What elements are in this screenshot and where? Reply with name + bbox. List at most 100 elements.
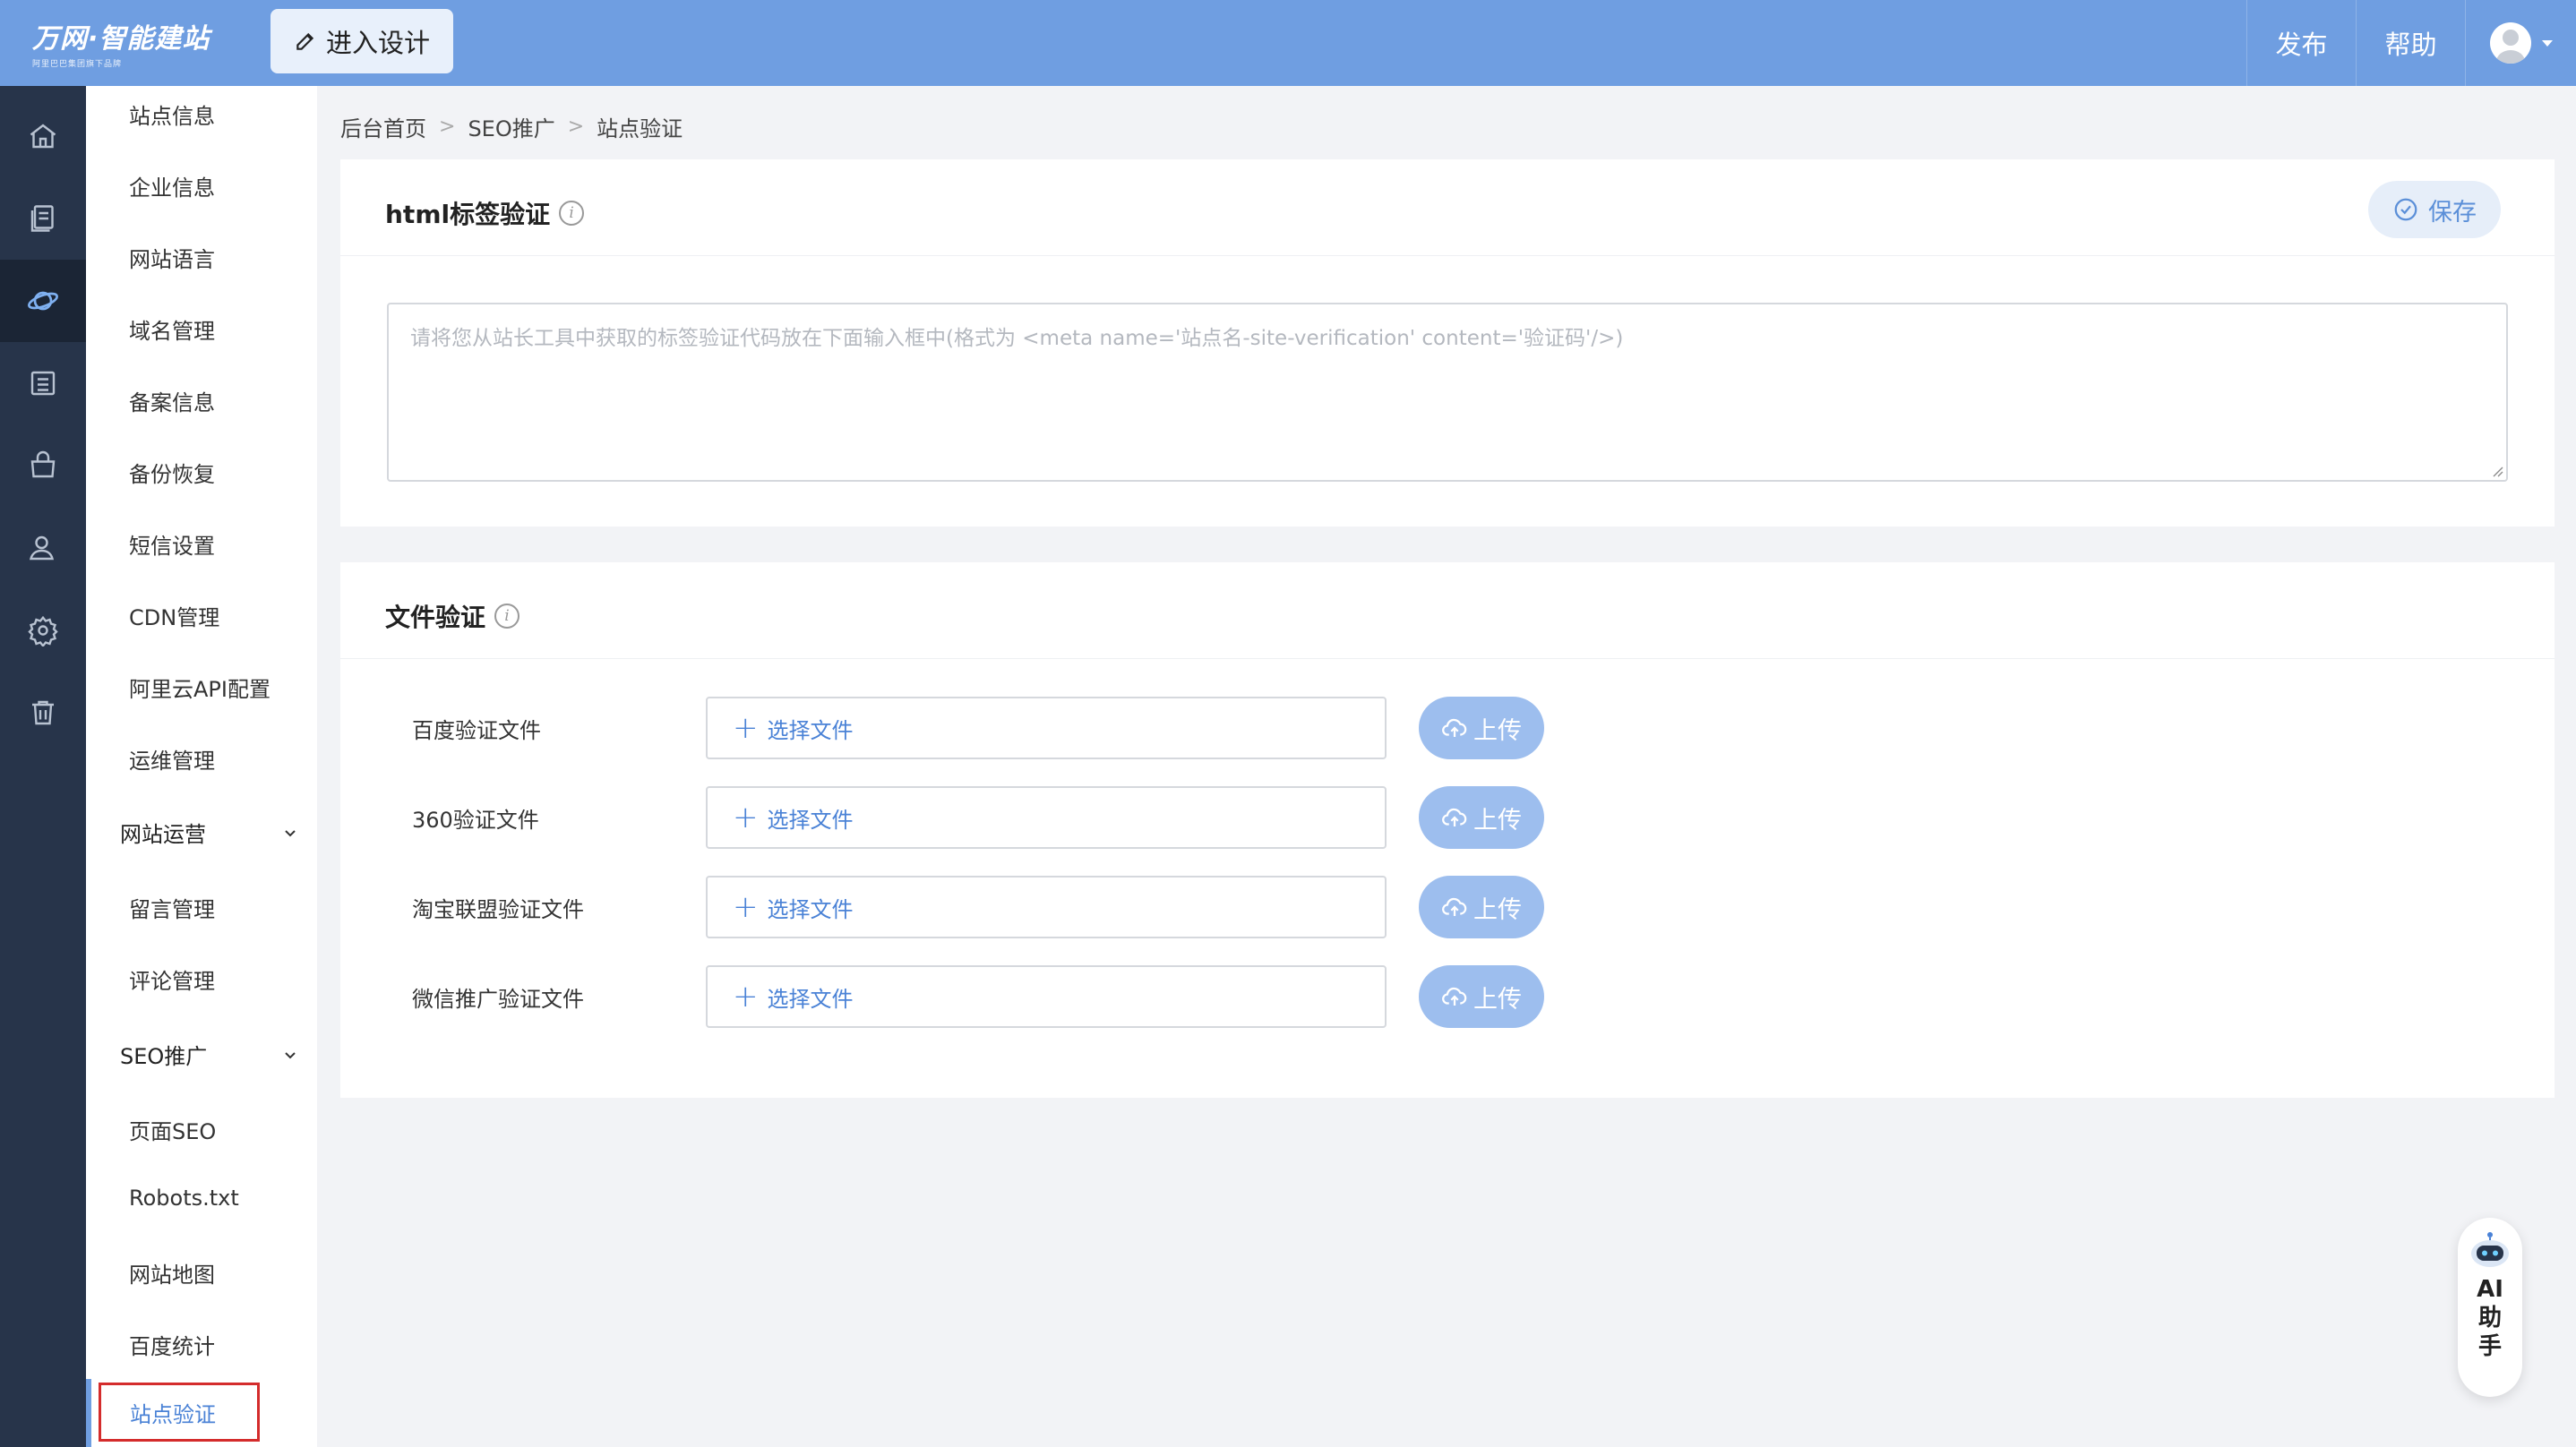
upload-label: 上传 [1473,806,1522,835]
file-row-wechat: 微信推广验证文件 + 选择文件 上传 [340,965,2555,1030]
submenu-item[interactable]: 页面SEO [129,1114,216,1145]
icon-rail [0,86,86,1447]
publish-button[interactable]: 发布 [2246,0,2356,86]
rail-settings[interactable] [0,589,86,672]
active-indicator [86,1379,91,1447]
plus-icon: + [733,979,759,1015]
cloud-upload-icon [1442,718,1467,737]
breadcrumb-separator-icon: > [439,116,456,138]
home-icon [30,124,56,149]
submenu-item[interactable]: 域名管理 [129,313,215,345]
choose-file-label: 选择文件 [767,896,854,922]
pages-icon [30,205,54,232]
breadcrumb-seo[interactable]: SEO推广 [468,111,554,142]
seo-planet-icon [28,291,58,311]
file-row-360: 360验证文件 + 选择文件 上传 [340,786,2555,851]
submenu-item[interactable]: 短信设置 [129,528,215,560]
submenu-item[interactable]: 网站地图 [129,1257,215,1289]
shop-bag-icon [30,450,56,478]
choose-file-input[interactable]: + 选择文件 [706,786,1387,849]
info-icon[interactable]: i [559,201,585,226]
submenu-item[interactable]: 评论管理 [129,963,215,995]
card-title: 文件验证 i [385,598,520,634]
submenu-group-seo[interactable]: SEO推广 [120,1039,299,1070]
trash-icon [32,700,54,725]
list-icon [30,371,56,396]
submenu-item[interactable]: 站点信息 [129,98,215,130]
submenu-item[interactable]: 备份恢复 [129,457,215,488]
breadcrumb-separator-icon: > [567,116,585,138]
choose-file-label: 选择文件 [767,717,854,743]
cloud-upload-icon [1442,987,1467,1006]
submenu-item[interactable]: 留言管理 [129,892,215,923]
choose-file-label: 选择文件 [767,986,854,1012]
submenu-item[interactable]: 备案信息 [129,385,215,416]
cloud-upload-icon [1442,808,1467,826]
top-bar: 万网·智能建站 阿里巴巴集团旗下品牌 进入设计 发布 帮助 [0,0,2576,86]
submenu-item[interactable]: 阿里云API配置 [129,672,270,703]
html-verify-title: html标签验证 [385,200,551,229]
upload-button[interactable]: 上传 [1419,965,1544,1028]
submenu-group-label: 网站运营 [120,822,206,847]
resize-handle-icon[interactable] [2491,465,2503,477]
file-row-label: 微信推广验证文件 [412,987,584,1012]
file-row-label: 360验证文件 [412,808,539,833]
enter-design-label: 进入设计 [325,28,430,58]
gear-icon [28,615,58,646]
plus-icon: + [733,889,759,925]
submenu-item[interactable]: 百度统计 [129,1329,215,1360]
rail-users[interactable] [0,507,86,589]
submenu-item[interactable]: 企业信息 [129,170,215,201]
submenu-item[interactable]: 网站语言 [129,242,215,273]
upload-label: 上传 [1473,716,1522,745]
file-row-label: 百度验证文件 [412,718,541,743]
breadcrumb-current: 站点验证 [597,116,683,141]
chevron-down-icon [2541,39,2553,47]
upload-label: 上传 [1473,895,1522,924]
upload-button[interactable]: 上传 [1419,876,1544,938]
submenu-item-site-verify[interactable]: 站点验证 [99,1383,260,1442]
rail-pages[interactable] [0,177,86,260]
meta-tag-textarea[interactable] [389,304,2506,480]
file-row-label: 淘宝联盟验证文件 [412,897,584,922]
chevron-down-icon [285,1051,296,1058]
rail-shop[interactable] [0,424,86,507]
avatar [2489,22,2531,64]
logo-text: 万网·智能建站 [32,23,210,55]
rail-home[interactable] [0,95,86,177]
file-verify-title: 文件验证 [385,603,486,632]
chevron-down-icon [285,829,296,836]
breadcrumb: 后台首页 > SEO推广 > 站点验证 [340,111,683,142]
rail-list[interactable] [0,342,86,424]
submenu-item[interactable]: Robots.txt [129,1186,239,1211]
choose-file-input[interactable]: + 选择文件 [706,965,1387,1028]
submenu-item[interactable]: 运维管理 [129,743,215,775]
user-menu[interactable] [2465,0,2576,86]
ai-assistant-label: AI助手 [2477,1276,2503,1360]
rail-recycle[interactable] [0,672,86,754]
save-button[interactable]: 保存 [2368,181,2501,238]
choose-file-input[interactable]: + 选择文件 [706,697,1387,759]
upload-button[interactable]: 上传 [1419,786,1544,849]
info-icon[interactable]: i [494,604,520,629]
rail-seo[interactable] [0,260,86,342]
plus-icon: + [733,710,759,746]
card-title: html标签验证 i [385,195,585,231]
meta-tag-textarea-wrapper [387,303,2508,482]
upload-button[interactable]: 上传 [1419,697,1544,759]
choose-file-label: 选择文件 [767,807,854,833]
submenu-group-ops[interactable]: 网站运营 [120,817,299,848]
cloud-upload-icon [1442,897,1467,916]
robot-icon [2471,1232,2509,1267]
save-label: 保存 [2428,198,2477,227]
submenu-item[interactable]: CDN管理 [129,600,219,631]
brand-logo[interactable]: 万网·智能建站 阿里巴巴集团旗下品牌 [32,16,210,69]
breadcrumb-home[interactable]: 后台首页 [340,111,426,142]
choose-file-input[interactable]: + 选择文件 [706,876,1387,938]
enter-design-button[interactable]: 进入设计 [270,9,453,73]
ai-assistant-button[interactable]: AI助手 [2458,1218,2522,1397]
help-button[interactable]: 帮助 [2356,0,2465,86]
card-header: html标签验证 i 保存 [340,159,2555,256]
settings-submenu: 站点信息 企业信息 网站语言 域名管理 备案信息 备份恢复 短信设置 CDN管理… [86,86,317,1447]
plus-icon: + [733,800,759,835]
